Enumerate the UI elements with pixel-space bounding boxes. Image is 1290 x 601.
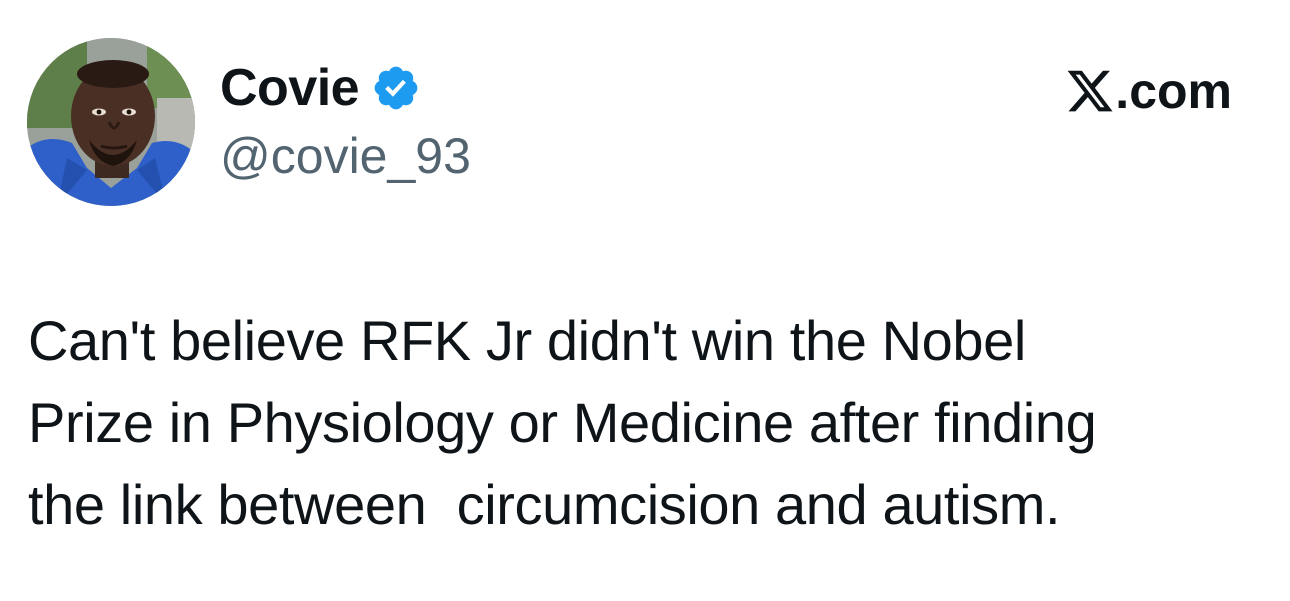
x-logo-icon (1065, 66, 1115, 116)
avatar[interactable] (27, 38, 195, 206)
verified-badge-icon (371, 63, 421, 113)
author-handle[interactable]: @covie_93 (220, 126, 471, 186)
author-name-row[interactable]: Covie (220, 56, 421, 120)
site-domain-label: .com (1115, 63, 1232, 119)
tweet-text-line: Prize in Physiology or Medicine after fi… (28, 391, 1097, 454)
tweet-text-line: the link between circumcision and autism… (28, 473, 1061, 536)
avatar-image (27, 38, 195, 206)
site-mark[interactable]: .com (1065, 60, 1232, 122)
display-name[interactable]: Covie (220, 56, 360, 120)
tweet-text: Can't believe RFK Jr didn't win the Nobe… (28, 300, 1268, 546)
tweet-text-line: Can't believe RFK Jr didn't win the Nobe… (28, 309, 1026, 372)
